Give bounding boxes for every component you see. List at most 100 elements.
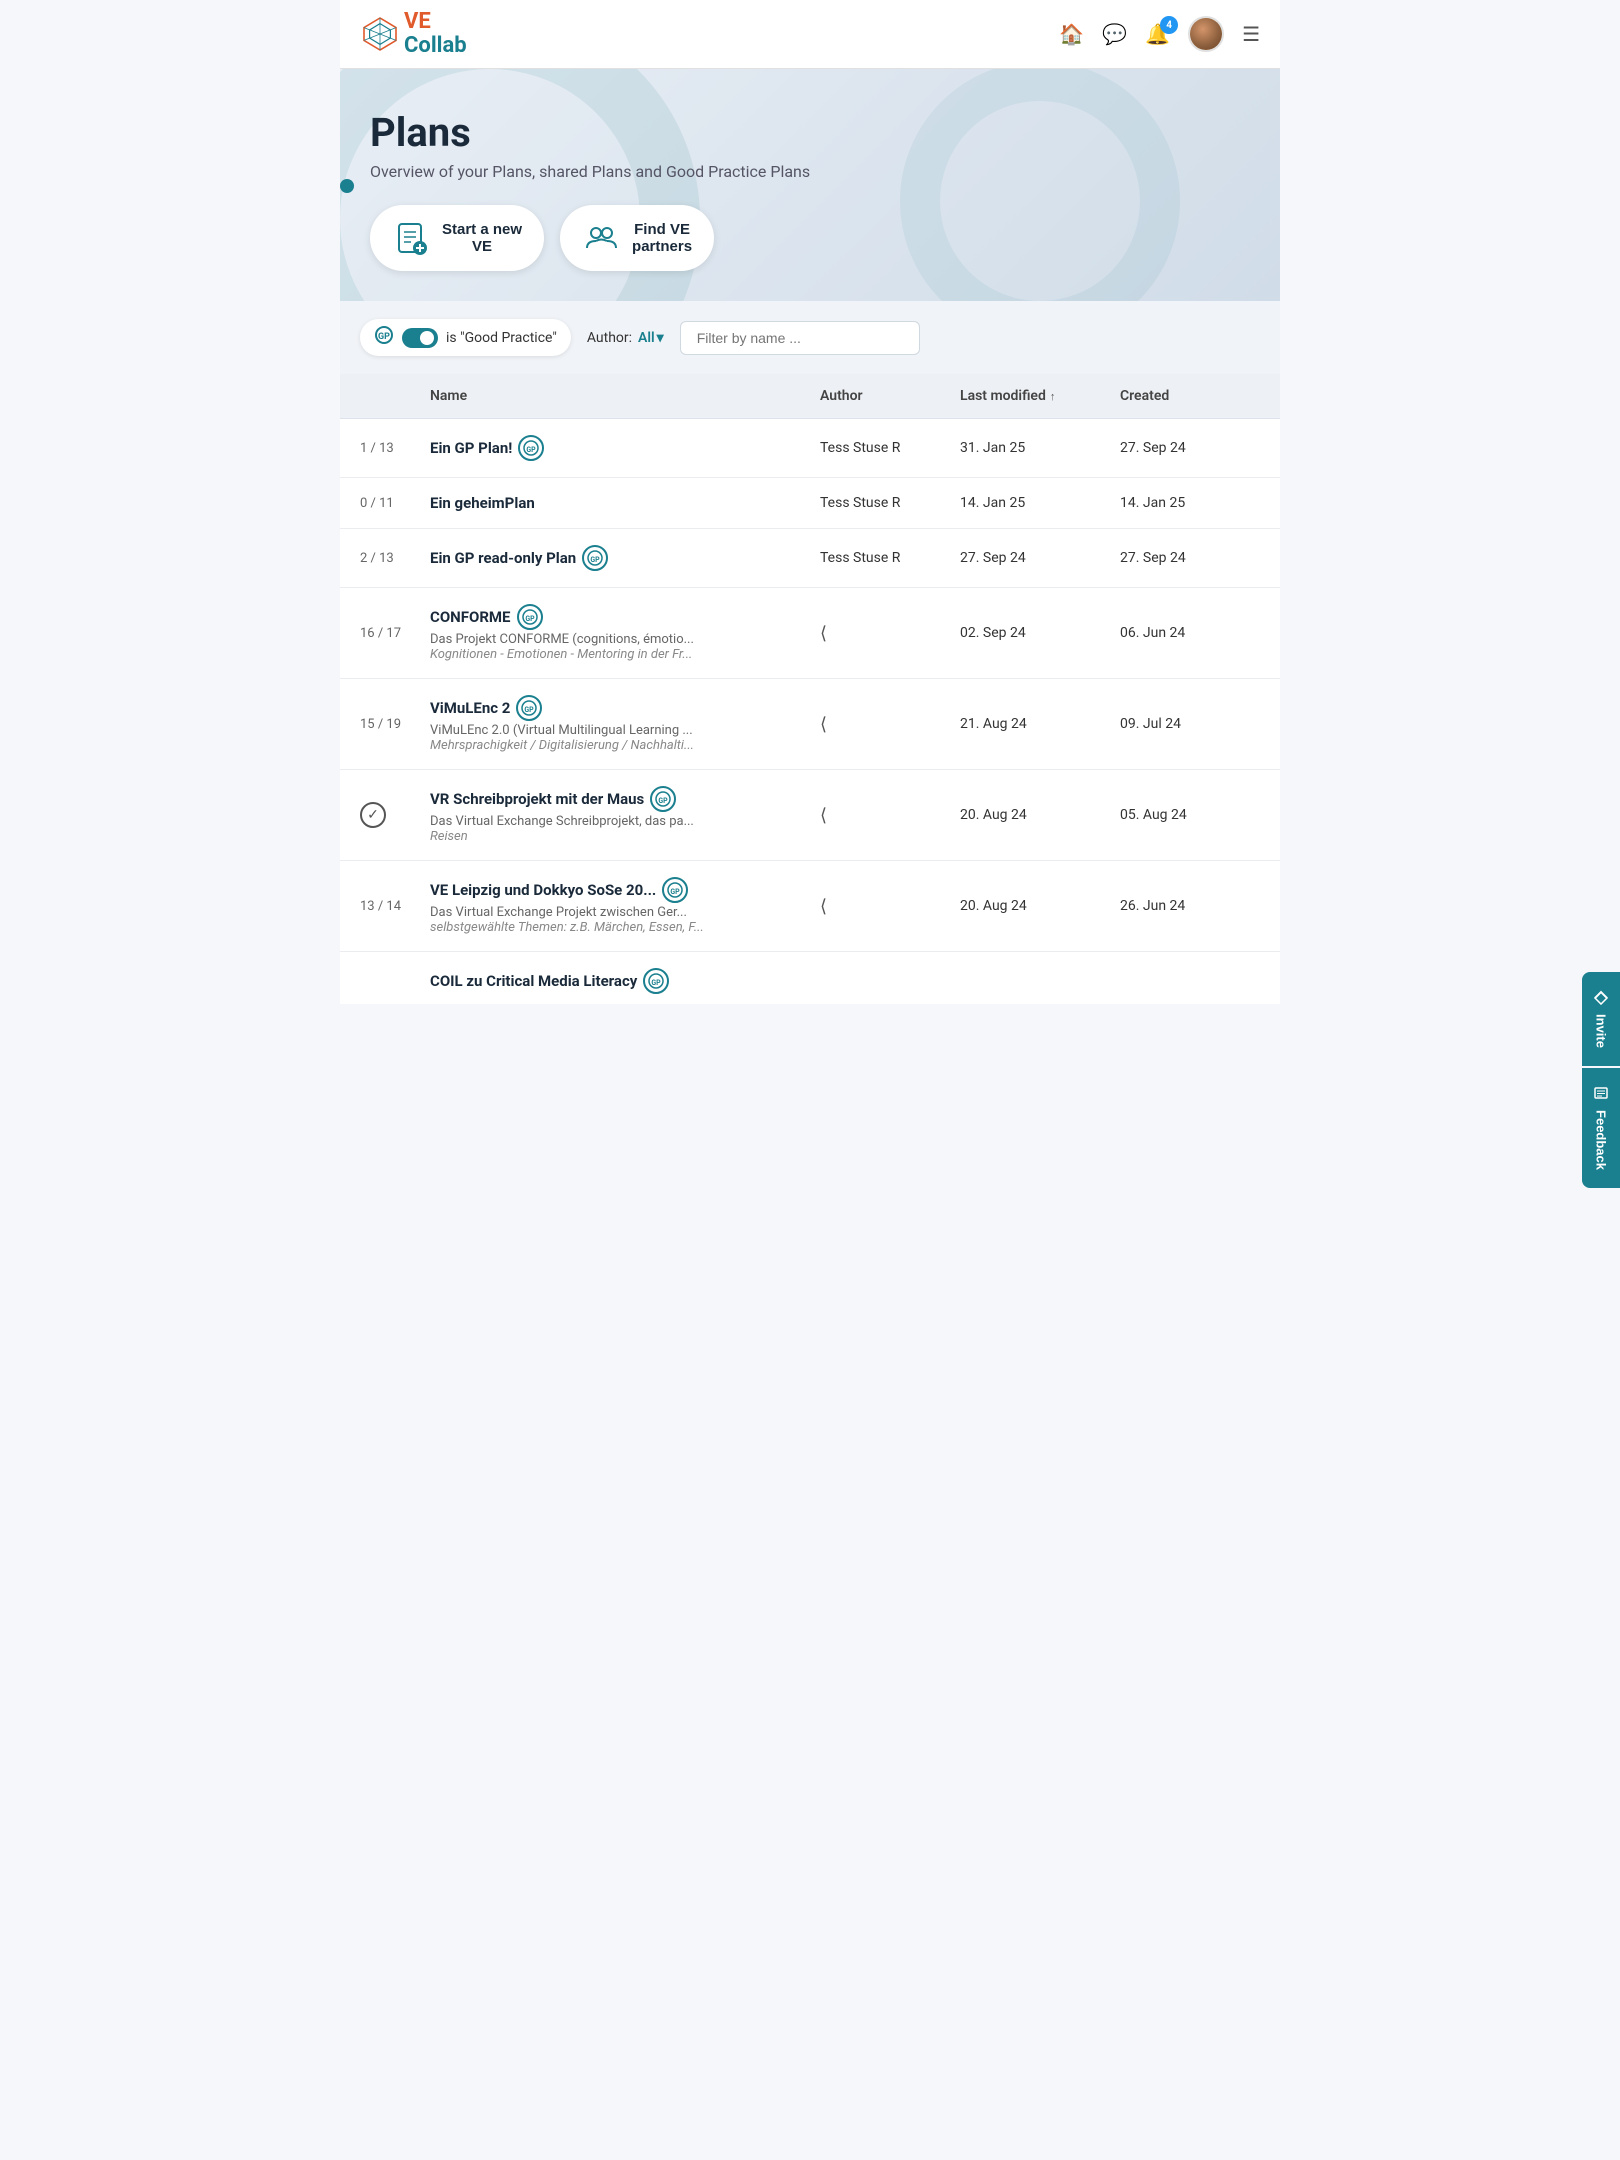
row-share-icon[interactable]: ⟨ [820,714,960,735]
notifications-button[interactable]: 🔔 4 [1145,22,1170,46]
row-last-modified: 14. Jan 25 [960,495,1120,511]
row-desc-italic: Kognitionen - Emotionen - Mentoring in d… [430,647,820,662]
find-partners-button[interactable]: Find VEpartners [560,205,714,271]
row-share-icon[interactable]: ⟨ [820,805,960,826]
row-name-block: VE Leipzig und Dokkyo SoSe 20... GP Das … [430,877,820,935]
avatar-image [1190,18,1222,50]
row-name-block: Ein GP read-only Plan GP [430,545,820,571]
row-last-modified: 21. Aug 24 [960,716,1120,732]
row-name: CONFORME GP [430,604,820,630]
row-share-icon[interactable]: ⟨ [820,623,960,644]
start-ve-icon [392,219,430,257]
good-practice-filter[interactable]: GP is "Good Practice" [360,319,571,356]
invite-label: Invite [1594,1014,1609,1048]
chat-button[interactable]: 💬 [1102,22,1127,46]
plans-table: Name Author Last modified ↑ Created 1 / … [340,374,1280,1004]
svg-text:GP: GP [659,797,669,805]
hero-dot-1 [340,179,354,193]
row-name-block: COIL zu Critical Media Literacy GP [430,968,820,994]
th-created: Created [1120,388,1260,404]
gp-filter-icon: GP [374,325,394,350]
page-subtitle: Overview of your Plans, shared Plans and… [370,162,1250,181]
row-author: Tess Stuse R [820,440,960,456]
row-desc: Das Virtual Exchange Projekt zwischen Ge… [430,905,820,920]
row-last-modified: 20. Aug 24 [960,807,1120,823]
row-count: 0 / 11 [360,496,430,511]
th-author: Author [820,388,960,404]
row-created: 05. Aug 24 [1120,807,1260,823]
author-select[interactable]: All ▾ [638,330,664,346]
author-dropdown-icon: ▾ [657,330,664,346]
home-button[interactable]: 🏠 [1059,22,1084,46]
table-row[interactable]: 1 / 13 Ein GP Plan! GP Tess Stuse R 31. … [340,419,1280,478]
action-buttons: Start a newVE Find VEpartners [370,205,1250,271]
row-created: 09. Jul 24 [1120,716,1260,732]
row-count: ✓ [360,802,430,828]
table-row[interactable]: ✓ VR Schreibprojekt mit der Maus GP Das … [340,770,1280,861]
row-created: 27. Sep 24 [1120,550,1260,566]
notification-badge: 4 [1160,16,1178,34]
header-actions: 🏠 💬 🔔 4 ☰ [1059,16,1260,52]
row-created: 26. Jun 24 [1120,898,1260,914]
table-row[interactable]: 15 / 19 ViMuLEnc 2 GP ViMuLEnc 2.0 (Virt… [340,679,1280,770]
table-row[interactable]: 2 / 13 Ein GP read-only Plan GP Tess Stu… [340,529,1280,588]
logo[interactable]: VE Collab [360,10,467,58]
row-name: Ein geheimPlan [430,494,820,512]
row-last-modified: 27. Sep 24 [960,550,1120,566]
menu-button[interactable]: ☰ [1242,22,1260,46]
row-author: Tess Stuse R [820,550,960,566]
table-row[interactable]: 0 / 11 Ein geheimPlan Tess Stuse R 14. J… [340,478,1280,529]
row-last-modified: 31. Jan 25 [960,440,1120,456]
row-name: COIL zu Critical Media Literacy GP [430,968,820,994]
good-practice-label: is "Good Practice" [446,330,557,346]
logo-collab-text: Collab [404,33,467,58]
find-partners-icon [582,219,620,257]
svg-text:GP: GP [652,979,662,987]
feedback-label: Feedback [1594,1110,1609,1170]
side-buttons: Invite Feedback [1582,972,1620,1188]
gp-badge: GP [582,545,608,571]
logo-icon [360,14,400,54]
page-title: Plans [370,109,1250,156]
row-name: VE Leipzig und Dokkyo SoSe 20... GP [430,877,820,903]
feedback-icon [1592,1086,1610,1102]
name-filter-input[interactable] [680,321,920,355]
table-row[interactable]: COIL zu Critical Media Literacy GP [340,952,1280,1004]
row-author: Tess Stuse R [820,495,960,511]
author-filter: Author: All ▾ [587,330,664,346]
gp-badge: GP [517,604,543,630]
row-created: 14. Jan 25 [1120,495,1260,511]
feedback-button[interactable]: Feedback [1582,1068,1620,1188]
row-count: 2 / 13 [360,551,430,566]
row-share-icon[interactable]: ⟨ [820,896,960,917]
row-name-block: Ein GP Plan! GP [430,435,820,461]
row-count: 15 / 19 [360,717,430,732]
avatar[interactable] [1188,16,1224,52]
table-row[interactable]: 13 / 14 VE Leipzig und Dokkyo SoSe 20...… [340,861,1280,952]
row-name: VR Schreibprojekt mit der Maus GP [430,786,820,812]
table-header: Name Author Last modified ↑ Created [340,374,1280,419]
gp-badge: GP [662,877,688,903]
gp-badge: GP [650,786,676,812]
check-icon: ✓ [360,802,386,828]
row-desc: Das Projekt CONFORME (cognitions, émotio… [430,632,820,647]
row-name: ViMuLEnc 2 GP [430,695,820,721]
svg-text:GP: GP [591,556,601,564]
logo-ve-text: VE [404,9,431,34]
find-partners-label: Find VEpartners [632,221,692,255]
gp-badge: GP [643,968,669,994]
good-practice-toggle[interactable] [402,328,438,348]
svg-text:GP: GP [671,888,681,896]
start-ve-button[interactable]: Start a newVE [370,205,544,271]
row-desc: Das Virtual Exchange Schreibprojekt, das… [430,814,820,829]
filters-bar: GP is "Good Practice" Author: All ▾ [340,301,1280,374]
row-name-block: ViMuLEnc 2 GP ViMuLEnc 2.0 (Virtual Mult… [430,695,820,753]
invite-button[interactable]: Invite [1582,972,1620,1066]
header: VE Collab 🏠 💬 🔔 4 ☰ [340,0,1280,69]
th-last-modified[interactable]: Last modified ↑ [960,388,1120,404]
sort-arrow-icon: ↑ [1050,390,1056,403]
svg-text:GP: GP [525,706,535,714]
row-desc: ViMuLEnc 2.0 (Virtual Multilingual Learn… [430,723,820,738]
table-row[interactable]: 16 / 17 CONFORME GP Das Projekt CONFORME… [340,588,1280,679]
row-desc-italic: Reisen [430,829,820,844]
